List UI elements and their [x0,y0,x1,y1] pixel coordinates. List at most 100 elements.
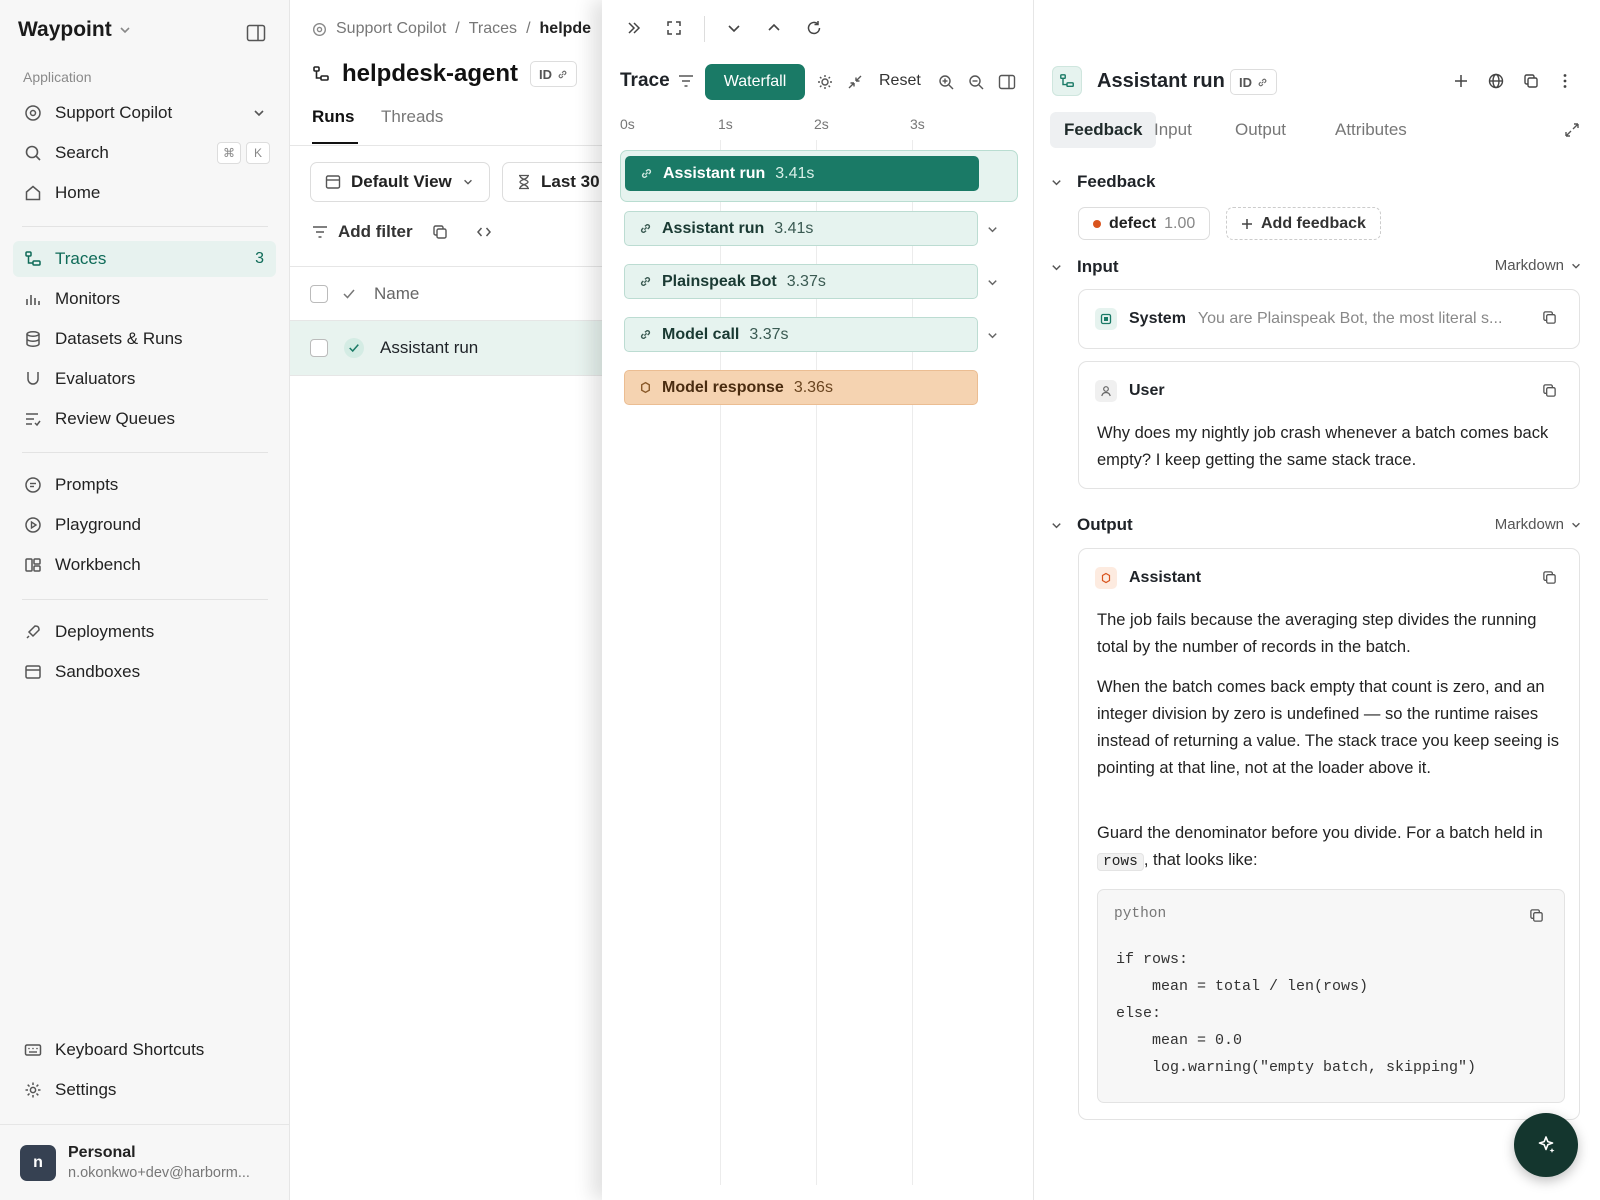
next-run-icon[interactable] [726,20,742,36]
workspace-switcher[interactable]: Waypoint [18,18,132,42]
sidebar-item-keyboard-shortcuts[interactable]: Keyboard Shortcuts [13,1032,276,1068]
sidebar-item-review-queues[interactable]: Review Queues [13,401,276,437]
span-bar[interactable]: Model response 3.36s [624,370,978,405]
feedback-section-header[interactable]: Feedback [1050,172,1155,192]
user-menu[interactable]: n Personal n.okonkwo+dev@harborm... [0,1124,290,1200]
add-feedback-label: Add feedback [1261,214,1366,232]
table-row[interactable]: Assistant run [290,321,602,375]
code-line: if rows: [1116,951,1189,968]
runs-panel: Support Copilot / Traces / helpde helpde… [290,0,642,1200]
toggle-sidebar-icon[interactable] [246,24,266,42]
tab-runs[interactable]: Runs [312,107,355,127]
collapse-icon[interactable] [847,74,863,90]
run-detail-panel: Assistant run ID Feedback Input Output A… [1034,0,1600,1200]
reset-button[interactable]: Reset [879,72,921,90]
sidebar-item-prompts[interactable]: Prompts [13,467,276,503]
table-header: Name [310,284,419,304]
refresh-icon[interactable] [806,20,822,36]
sidebar-item-label: Datasets & Runs [55,329,183,348]
sidebar-item-deployments[interactable]: Deployments [13,614,276,650]
user-message-text: Why does my nightly job crash whenever a… [1097,424,1549,469]
add-feedback-button[interactable]: Add feedback [1226,207,1381,240]
sidebar-item-search[interactable]: Search ⌘ K [13,135,276,171]
sidebar-item-home[interactable]: Home [13,175,276,211]
sidebar-item-sandboxes[interactable]: Sandboxes [13,654,276,690]
expand-span-icon[interactable] [980,217,1004,241]
system-message[interactable]: System You are Plainspeak Bot, the most … [1078,289,1580,349]
sidebar-item-monitors[interactable]: Monitors [13,281,276,317]
page-title: helpdesk-agent [342,60,519,87]
sidebar-item-evaluators[interactable]: Evaluators [13,361,276,397]
project-selector[interactable]: Support Copilot [13,95,276,131]
output-format-select[interactable]: Markdown [1495,516,1582,533]
copy-icon[interactable] [1523,73,1539,89]
input-format-select[interactable]: Markdown [1495,257,1582,274]
copy-icon[interactable] [1542,310,1557,325]
span-bar[interactable]: Plainspeak Bot 3.37s [624,264,978,299]
divider [290,266,602,267]
view-selector[interactable]: Default View [310,162,490,202]
split-view-icon[interactable] [998,74,1016,90]
sidebar-item-playground[interactable]: Playground [13,507,276,543]
link-icon [639,222,652,235]
waterfall-toggle[interactable]: Waterfall [705,64,805,100]
globe-icon[interactable] [1488,73,1504,89]
expand-span-icon[interactable] [980,323,1004,347]
column-header-name[interactable]: Name [374,284,419,304]
id-badge-label: ID [1239,74,1252,90]
sidebar-item-traces[interactable]: Traces 3 [13,241,276,277]
tab-attributes[interactable]: Attributes [1321,112,1421,148]
row-name: Assistant run [380,338,479,357]
expand-icon[interactable] [1564,122,1580,138]
feedback-key: defect [1109,214,1157,232]
span-bar[interactable]: Assistant run 3.41s [624,211,978,246]
collapse-panel-icon[interactable] [626,20,642,36]
check-icon [342,287,356,301]
add-filter-button[interactable]: Add filter [312,222,413,242]
system-preview: You are Plainspeak Bot, the most literal… [1197,310,1503,327]
code-icon[interactable] [476,224,492,240]
zoom-in-icon[interactable] [938,74,954,90]
tab-output[interactable]: Output [1221,112,1300,148]
breadcrumb-project[interactable]: Support Copilot [336,20,446,38]
link-icon [557,69,568,80]
sidebar-item-settings[interactable]: Settings [13,1072,276,1108]
more-options-icon[interactable] [1562,73,1568,89]
feedback-tag[interactable]: defect 1.00 [1078,207,1211,240]
shortcut-key: K [246,142,270,164]
assistant-message: Assistant The job fails because the aver… [1078,548,1580,1120]
system-icon [1095,308,1117,330]
id-badge[interactable]: ID [1230,69,1277,95]
expand-span-icon[interactable] [980,270,1004,294]
copy-icon[interactable] [432,224,448,240]
page-header: helpdesk-agent ID [312,60,578,88]
output-section-header[interactable]: Output [1050,515,1133,535]
copy-icon[interactable] [1542,383,1557,398]
fullscreen-icon[interactable] [666,20,682,36]
format-label: Markdown [1494,516,1564,533]
copy-icon[interactable] [1529,908,1544,923]
row-checkbox[interactable] [310,339,328,357]
breadcrumb-traces[interactable]: Traces [469,20,517,38]
tab-threads[interactable]: Threads [381,107,443,127]
zoom-out-icon[interactable] [968,74,984,90]
filter-icon[interactable] [678,74,694,88]
message-header: Assistant [1095,567,1201,589]
input-section-header[interactable]: Input [1050,257,1119,277]
span-bar[interactable]: Model call 3.37s [624,317,978,352]
add-icon[interactable] [1453,73,1469,89]
divider [22,452,268,453]
sidebar-item-datasets[interactable]: Datasets & Runs [13,321,276,357]
sun-icon[interactable] [817,74,833,90]
span-bar[interactable]: Assistant run 3.41s [625,156,979,191]
message-header: System You are Plainspeak Bot, the most … [1095,308,1502,330]
ai-assistant-button[interactable] [1514,1113,1578,1177]
sidebar-item-workbench[interactable]: Workbench [13,547,276,583]
select-all-checkbox[interactable] [310,285,328,303]
copy-icon[interactable] [1542,570,1557,585]
id-badge[interactable]: ID [530,61,578,87]
breadcrumb-current: helpde [539,20,592,37]
tab-input[interactable]: Input [1140,112,1206,148]
sidebar-item-label: Traces [55,249,107,268]
previous-run-icon[interactable] [766,20,782,36]
